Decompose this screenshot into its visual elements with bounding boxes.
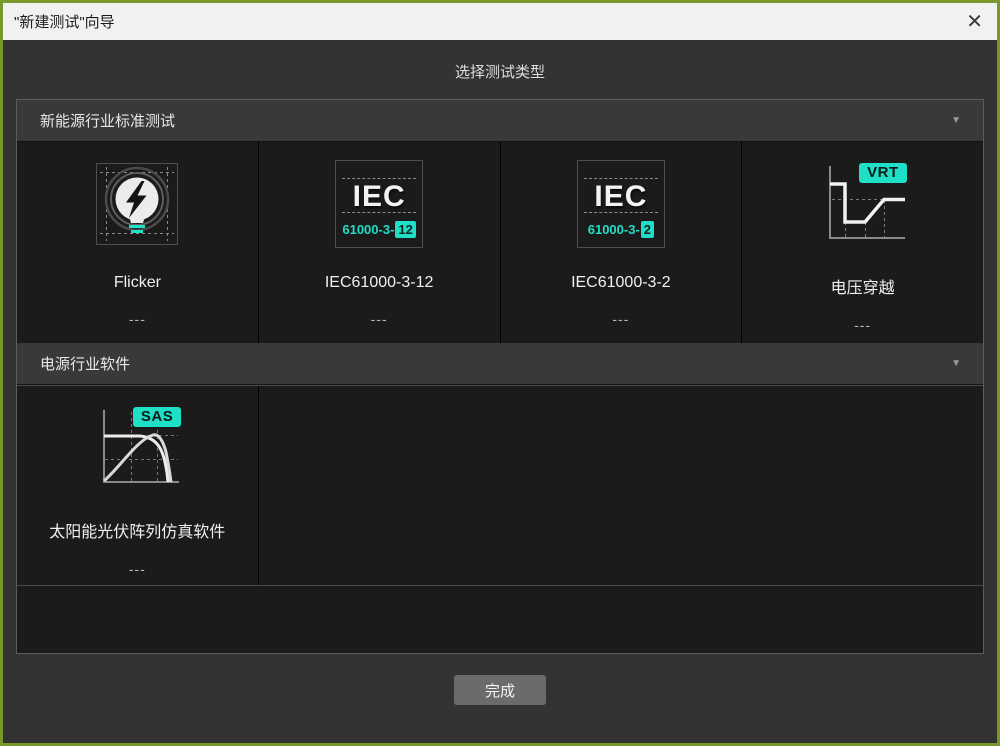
card-label: IEC61000-3-2 — [571, 274, 671, 292]
test-type-panel: 新能源行业标准测试 ▼ — [16, 99, 984, 654]
card-iec61000-3-2[interactable]: IEC 61000-3-2 IEC61000-3-2 --- — [501, 142, 743, 343]
card-label: 电压穿越 — [831, 274, 895, 298]
card-voltage-ride-through[interactable]: VRT 电压穿越 --- — [742, 142, 983, 343]
card-iec61000-3-12[interactable]: IEC 61000-3-12 IEC61000-3-12 --- — [259, 142, 501, 343]
card-label: Flicker — [114, 274, 161, 292]
chevron-down-icon[interactable]: ▼ — [951, 358, 961, 369]
window-title: "新建测试"向导 — [14, 11, 115, 32]
section-header-new-energy[interactable]: 新能源行业标准测试 ▼ — [17, 100, 983, 142]
card-label: IEC61000-3-12 — [325, 274, 434, 292]
flicker-bulb-icon — [93, 160, 181, 248]
card-status: --- — [129, 561, 146, 577]
section-title: 电源行业软件 — [40, 353, 130, 374]
sas-curve-icon: SAS — [93, 404, 181, 492]
titlebar: "新建测试"向导 ✕ — [3, 3, 997, 40]
card-flicker[interactable]: Flicker --- — [17, 142, 259, 343]
card-status: --- — [371, 311, 388, 327]
section-title: 新能源行业标准测试 — [40, 110, 175, 131]
card-label: 太阳能光伏阵列仿真软件 — [49, 518, 225, 542]
finish-button[interactable]: 完成 — [454, 675, 546, 705]
vrt-badge: VRT — [859, 163, 907, 183]
dashed-guide — [342, 178, 416, 179]
page-title: 选择测试类型 — [3, 40, 997, 99]
iec-standard-text: 61000-3-12 — [336, 221, 422, 238]
dialog-body: 选择测试类型 新能源行业标准测试 ▼ — [3, 40, 997, 743]
section-header-power-software[interactable]: 电源行业软件 ▼ — [17, 343, 983, 385]
card-row-power-software: SAS 太阳能光伏阵列仿真软件 --- — [17, 385, 983, 585]
close-icon[interactable]: ✕ — [966, 12, 983, 32]
card-row-new-energy: Flicker --- IEC 61000-3-12 IEC61000-3-12… — [17, 142, 983, 343]
empty-card-area — [259, 386, 984, 585]
vrt-curve-icon: VRT — [819, 160, 907, 248]
chevron-down-icon[interactable]: ▼ — [951, 115, 961, 126]
sas-badge: SAS — [133, 407, 181, 427]
new-test-wizard-dialog: "新建测试"向导 ✕ 选择测试类型 新能源行业标准测试 ▼ — [0, 0, 1000, 746]
card-solar-array-simulation[interactable]: SAS 太阳能光伏阵列仿真软件 --- — [17, 386, 259, 585]
iec-badge: 2 — [641, 221, 654, 238]
iec61000-3-2-icon: IEC 61000-3-2 — [577, 160, 665, 248]
footer: 完成 — [3, 675, 997, 705]
card-status: --- — [854, 317, 871, 333]
iec-logo-text: IEC — [336, 180, 422, 214]
card-status: --- — [129, 311, 146, 327]
card-status: --- — [612, 311, 629, 327]
iec-standard-text: 61000-3-2 — [578, 221, 664, 238]
iec-badge: 12 — [395, 221, 415, 238]
iec61000-3-12-icon: IEC 61000-3-12 — [335, 160, 423, 248]
empty-panel-area — [17, 585, 983, 653]
iec-logo-text: IEC — [578, 180, 664, 214]
dashed-guide — [584, 178, 658, 179]
